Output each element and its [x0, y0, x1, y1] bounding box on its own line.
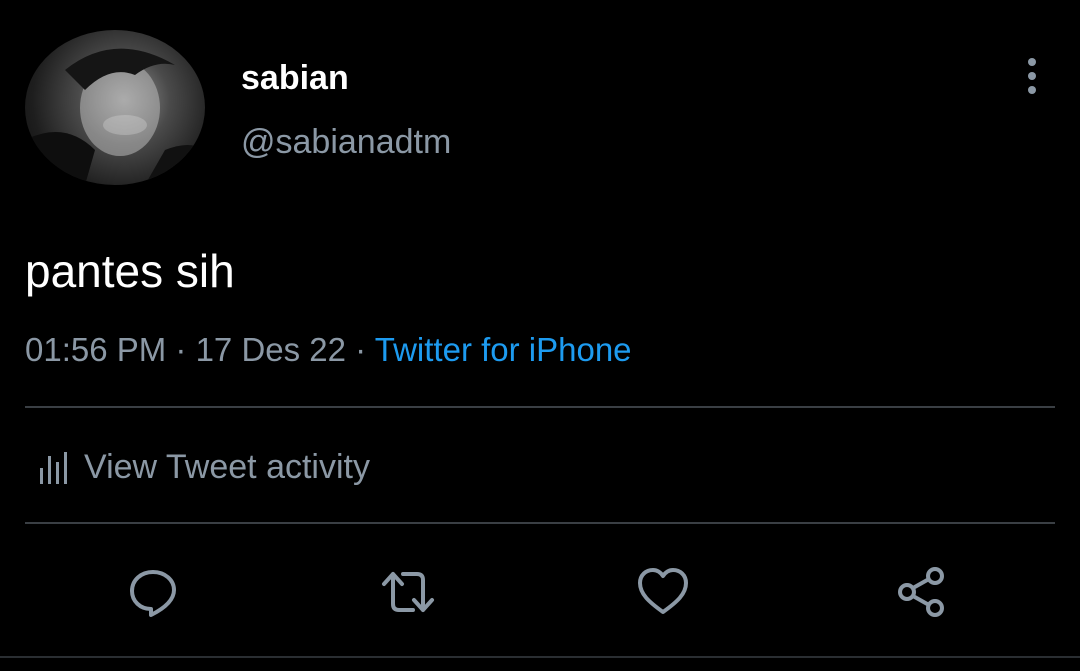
- share-icon: [898, 567, 944, 617]
- tweet-metadata: 01:56 PM · 17 Des 22 · Twitter for iPhon…: [25, 330, 632, 370]
- retweet-icon: [382, 572, 434, 612]
- more-vertical-icon: [1028, 58, 1036, 66]
- tweet-source-link[interactable]: Twitter for iPhone: [375, 331, 632, 368]
- tweet-text: pantes sih: [25, 245, 235, 297]
- share-button[interactable]: [891, 562, 951, 622]
- tweet-detail: sabian @sabianadtm pantes sih 01:56 PM ·…: [0, 0, 1080, 671]
- bar-chart-icon: [40, 452, 67, 484]
- more-options-button[interactable]: [1012, 54, 1052, 98]
- reply-icon: [130, 570, 176, 617]
- retweet-button[interactable]: [378, 562, 438, 622]
- display-name[interactable]: sabian: [241, 58, 349, 98]
- tweet-time: 01:56 PM: [25, 331, 167, 368]
- like-icon: [638, 568, 688, 614]
- user-handle[interactable]: @sabianadtm: [241, 122, 451, 162]
- view-tweet-activity-label: View Tweet activity: [84, 448, 370, 486]
- like-button[interactable]: [633, 562, 693, 622]
- avatar[interactable]: [25, 30, 205, 185]
- divider: [25, 522, 1055, 524]
- divider: [0, 656, 1080, 658]
- avatar-photo: [25, 48, 205, 185]
- meta-separator: ·: [166, 331, 196, 368]
- view-tweet-activity-button[interactable]: View Tweet activity: [38, 444, 370, 490]
- divider: [25, 406, 1055, 408]
- meta-separator: ·: [346, 331, 375, 368]
- tweet-date: 17 Des 22: [195, 331, 347, 368]
- reply-button[interactable]: [123, 562, 183, 622]
